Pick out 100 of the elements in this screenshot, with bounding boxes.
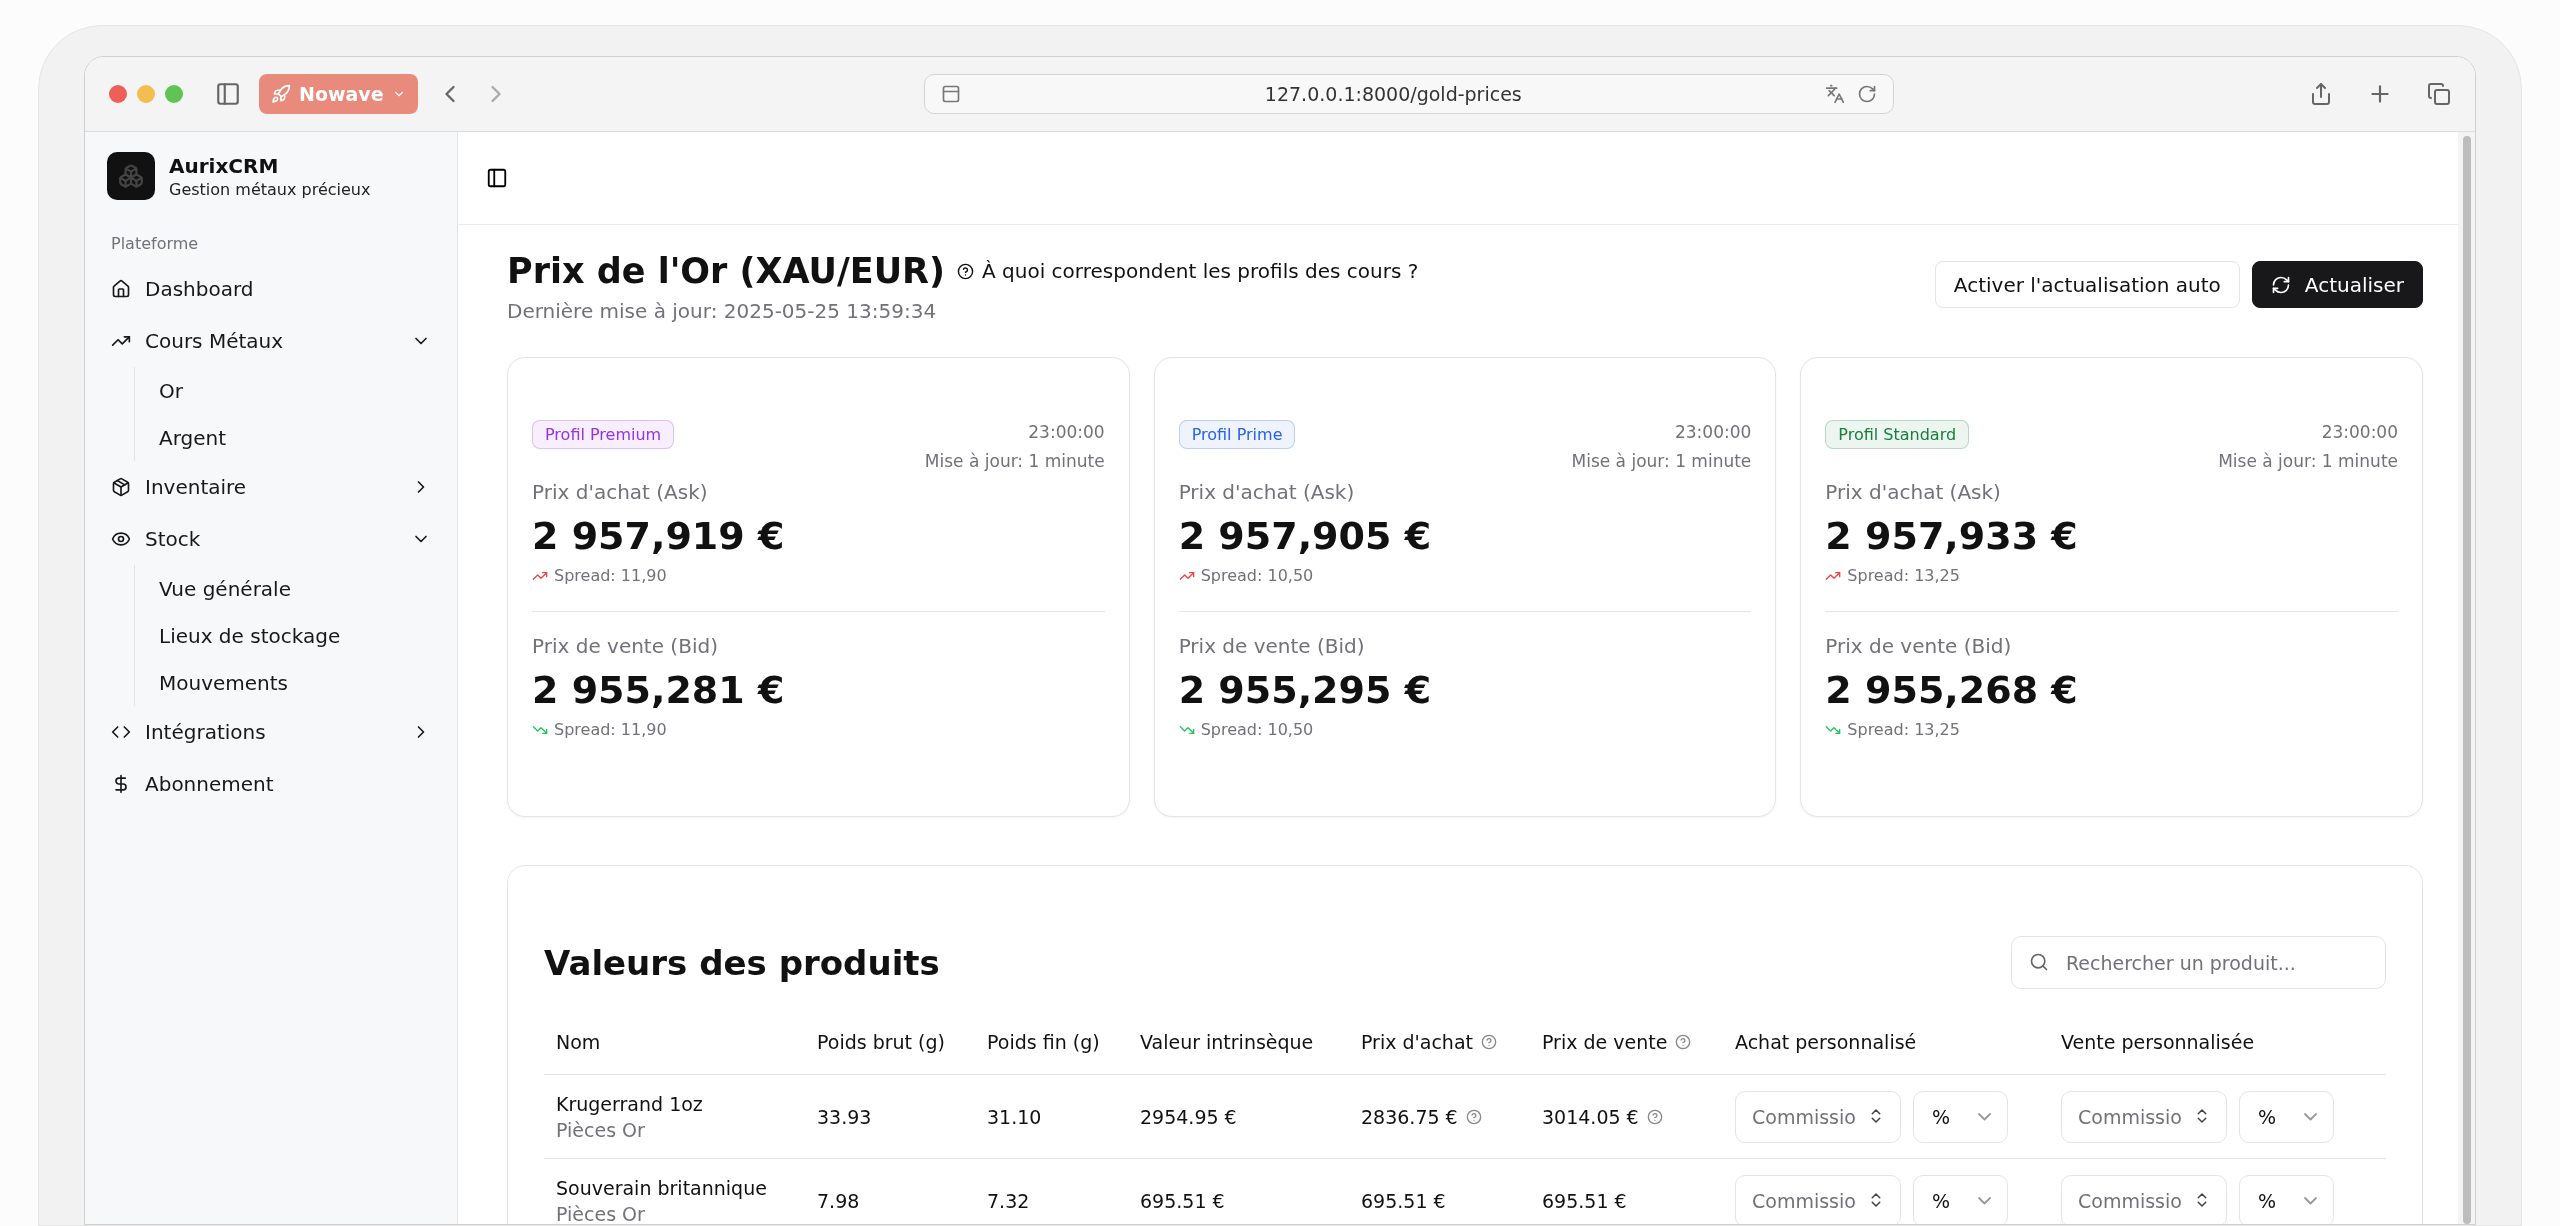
chevron-down-icon	[2304, 1112, 2317, 1121]
table-cell: 31.10	[975, 1075, 1128, 1159]
spread-text: Spread: 11,90	[554, 720, 667, 739]
price-label: Prix de vente (Bid)	[532, 634, 719, 658]
table-cell: 695.51 €	[1361, 1189, 1446, 1212]
price-time: 23:00:00	[1027, 421, 1105, 444]
table-cell: 33.93	[805, 1075, 975, 1159]
box-icon	[111, 477, 131, 497]
sidebar-subitem[interactable]: Or	[159, 367, 435, 414]
search-icon	[2029, 952, 2049, 972]
brand-logo	[107, 152, 155, 200]
chevron-down-icon	[1978, 1196, 1991, 1205]
search-field[interactable]: Rechercher un produit...	[2011, 936, 2386, 989]
help-icon	[1481, 1033, 1497, 1050]
column-header: Prix d'achat	[1349, 1009, 1530, 1075]
sidebar-icon[interactable]	[215, 81, 241, 107]
price-label: Prix d'achat (Ask)	[1825, 480, 2002, 504]
column-header: Achat personnalisé	[1723, 1009, 2049, 1075]
zoom-dot[interactable]	[165, 85, 183, 103]
chevron-down-icon	[1978, 1112, 1991, 1121]
column-header: Vente personnalisée	[2049, 1009, 2386, 1075]
column-header: Nom	[544, 1009, 805, 1075]
brand-name: AurixCRM	[169, 153, 280, 178]
unit-select[interactable]: %	[2239, 1090, 2334, 1143]
scrollbar[interactable]	[2458, 132, 2475, 1224]
section-title: Valeurs des produits	[544, 942, 940, 983]
page-icon	[941, 84, 962, 104]
unit-select[interactable]: %	[1913, 1090, 2008, 1143]
product-category: Pièces Or	[556, 1202, 646, 1224]
share-icon[interactable]	[2309, 82, 2333, 106]
tabs-icon[interactable]	[2427, 82, 2451, 106]
page-title: Prix de l'Or (XAU/EUR)	[507, 251, 946, 291]
commission-field[interactable]: Commissio	[1735, 1090, 1901, 1143]
unit-select[interactable]: %	[1913, 1174, 2008, 1224]
translate-icon[interactable]	[1825, 84, 1846, 104]
price-value: 2 955,281 €	[532, 668, 786, 712]
product-name: Krugerrand 1oz	[556, 1092, 704, 1115]
auto-refresh-button[interactable]: Activer l'actualisation auto	[1934, 261, 2240, 308]
chevron-down-icon	[2304, 1196, 2317, 1205]
address-bar[interactable]: 127.0.0.1:8000/gold-prices	[924, 74, 1895, 114]
product-name: Souverain britannique	[556, 1176, 768, 1199]
price-value: 2 957,905 €	[1178, 514, 1433, 558]
price-label: Prix de vente (Bid)	[1825, 634, 2013, 658]
commission-field[interactable]: Commissio	[1735, 1174, 1901, 1224]
sidebar-item[interactable]: Intégrations	[107, 706, 435, 758]
table-cell: 7.32	[975, 1159, 1128, 1224]
price-label: Prix d'achat (Ask)	[1178, 480, 1356, 504]
sidebar-subitem[interactable]: Argent	[159, 414, 435, 461]
commission-field[interactable]: Commissio	[2061, 1174, 2227, 1224]
spread-text: Spread: 10,50	[1200, 720, 1314, 739]
price-value: 2 957,933 €	[1825, 514, 2079, 558]
update-note: Mise à jour: 1 minute	[924, 450, 1105, 473]
table-cell: 2954.95 €	[1128, 1075, 1349, 1159]
refresh-button[interactable]: Actualiser	[2251, 261, 2423, 308]
close-dot[interactable]	[109, 85, 127, 103]
column-header: Prix de vente	[1530, 1009, 1723, 1075]
sidebar-subitem[interactable]: Mouvements	[159, 659, 435, 706]
reload-icon[interactable]	[1857, 84, 1878, 104]
help-icon	[1675, 1033, 1692, 1050]
table-cell: 2836.75 €	[1361, 1105, 1458, 1128]
price-label: Prix d'achat (Ask)	[532, 480, 709, 504]
sidebar-item[interactable]: Inventaire	[107, 461, 435, 513]
help-icon	[1646, 1108, 1663, 1125]
profile-badge: Profil Prime	[1178, 420, 1296, 449]
column-header: Poids brut (g)	[805, 1009, 975, 1075]
price-value: 2 957,919 €	[532, 514, 786, 558]
url-text: 127.0.0.1:8000/gold-prices	[1263, 83, 1523, 105]
spread-text: Spread: 11,90	[554, 566, 667, 585]
table-cell: 695.51 €	[1128, 1159, 1349, 1224]
house-icon	[111, 279, 131, 299]
eye-icon	[111, 529, 131, 549]
profile-badge: Profil Standard	[1825, 420, 1970, 449]
sidebar-subitem[interactable]: Lieux de stockage	[159, 612, 435, 659]
price-value: 2 955,268 €	[1825, 668, 2079, 712]
column-header: Poids fin (g)	[975, 1009, 1128, 1075]
brand-subtitle: Gestion métaux précieux	[169, 179, 371, 199]
rocket-icon	[271, 84, 291, 104]
sidebar-subitem[interactable]: Vue générale	[159, 565, 435, 612]
price-time: 23:00:00	[1673, 421, 1752, 444]
table-cell: 695.51 €	[1542, 1189, 1627, 1212]
commission-field[interactable]: Commissio	[2061, 1090, 2227, 1143]
table-cell: 7.98	[805, 1159, 975, 1224]
sidebar-item[interactable]: Cours Métaux	[107, 315, 435, 367]
section-label: Plateforme	[111, 234, 200, 253]
help-icon	[957, 262, 975, 280]
sidebar-item[interactable]: Stock	[107, 513, 435, 565]
spread-text: Spread: 13,25	[1847, 720, 1960, 739]
profile-badge: Profil Premium	[532, 420, 675, 449]
sidebar-item[interactable]: Dashboard	[107, 263, 435, 315]
update-note: Mise à jour: 1 minute	[2218, 450, 2398, 473]
help-icon	[1465, 1108, 1482, 1125]
price-value: 2 955,295 €	[1178, 668, 1433, 712]
unit-select[interactable]: %	[2239, 1174, 2334, 1224]
last-update-text: Dernière mise à jour: 2025-05-25 13:59:34	[507, 299, 938, 323]
minimize-dot[interactable]	[137, 85, 155, 103]
sidebar-item[interactable]: Abonnement	[107, 758, 435, 810]
sidebar-toggle-icon[interactable]	[486, 167, 508, 189]
help-link[interactable]: À quoi correspondent les profils des cours ?	[957, 259, 1419, 283]
refresh-icon	[2270, 274, 2291, 295]
price-label: Prix de vente (Bid)	[1178, 634, 1366, 658]
